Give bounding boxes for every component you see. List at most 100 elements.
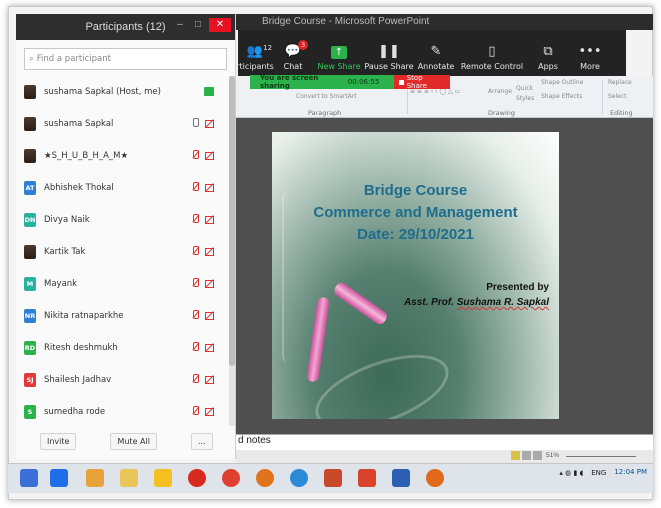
mic-muted-icon[interactable] bbox=[191, 150, 200, 160]
annotate-button[interactable]: ✎ Annotate bbox=[414, 30, 458, 76]
more-button[interactable]: ••• More bbox=[570, 30, 610, 76]
participant-scrollbar[interactable] bbox=[229, 76, 235, 426]
zoom-slider[interactable] bbox=[566, 456, 636, 457]
notes-pane[interactable]: d notes bbox=[236, 434, 653, 450]
minimize-button[interactable]: – bbox=[173, 18, 187, 32]
video-off-icon bbox=[205, 278, 214, 288]
mic-muted-icon[interactable] bbox=[191, 342, 200, 352]
avatar: RD bbox=[24, 341, 36, 355]
participants-footer: Invite Mute All ... bbox=[16, 423, 235, 459]
participants-count: 12 bbox=[263, 44, 273, 52]
participant-row[interactable]: RD Ritesh deshmukh bbox=[16, 332, 228, 364]
normal-view-button[interactable] bbox=[511, 451, 520, 460]
view-buttons[interactable] bbox=[511, 451, 542, 460]
video-off-icon bbox=[205, 342, 214, 352]
mic-muted-icon[interactable] bbox=[191, 310, 200, 320]
apps-label: Apps bbox=[538, 62, 558, 71]
more-dots-icon: ••• bbox=[578, 44, 602, 59]
firefox-icon[interactable] bbox=[256, 469, 274, 487]
pdf-icon[interactable] bbox=[358, 469, 376, 487]
pause-share-button[interactable]: ❚❚ Pause Share bbox=[364, 30, 414, 76]
quick-styles-button[interactable]: Quick bbox=[516, 85, 533, 92]
participants-button[interactable]: 👥 12 rticipants bbox=[236, 30, 274, 76]
zoom-app-icon[interactable] bbox=[50, 469, 68, 487]
sticky-notes-icon[interactable] bbox=[154, 469, 172, 487]
mic-muted-icon[interactable] bbox=[191, 246, 200, 256]
select-button[interactable]: Select bbox=[608, 93, 627, 100]
apps-icon: ⧉ bbox=[543, 44, 553, 59]
shape-outline-button[interactable]: Shape Outline bbox=[541, 79, 583, 86]
participant-row[interactable]: Kartik Tak bbox=[16, 236, 228, 268]
slide-date: Date: 29/10/2021 bbox=[357, 226, 474, 243]
participant-row[interactable]: AT Abhishek Thokal bbox=[16, 172, 228, 204]
search-input[interactable]: ⌕ Find a participant bbox=[24, 48, 227, 70]
convert-smartart-button[interactable]: Convert to SmartArt bbox=[296, 93, 357, 100]
participant-row[interactable]: M Mayank bbox=[16, 268, 228, 300]
mic-icon[interactable] bbox=[191, 118, 200, 128]
mic-muted-icon[interactable] bbox=[191, 374, 200, 384]
powerpoint-title: Bridge Course - Microsoft PowerPoint bbox=[262, 16, 430, 27]
participant-status-icons bbox=[191, 214, 214, 224]
mute-all-button[interactable]: Mute All bbox=[110, 432, 157, 450]
cone-app-icon[interactable] bbox=[86, 469, 104, 487]
participant-status-icons bbox=[191, 342, 214, 352]
close-button[interactable]: ✕ bbox=[209, 18, 231, 32]
replace-button[interactable]: Replace bbox=[608, 79, 632, 86]
stop-share-button[interactable]: Stop Share bbox=[393, 74, 450, 90]
opera-icon[interactable] bbox=[188, 469, 206, 487]
screen-share-icon bbox=[204, 87, 214, 96]
chat-label: Chat bbox=[283, 62, 303, 71]
sorter-view-button[interactable] bbox=[522, 451, 531, 460]
tray-icons[interactable]: ▴ ◍ ▮ ◖ bbox=[559, 469, 583, 477]
participant-status-icons bbox=[191, 150, 214, 160]
participant-status-icons bbox=[191, 118, 214, 128]
participant-row[interactable]: sushama Sapkal (Host, me) bbox=[16, 76, 228, 108]
avatar bbox=[24, 149, 36, 163]
participants-icon: 👥 12 bbox=[247, 44, 272, 59]
ribbon-separator bbox=[602, 80, 603, 114]
folder-icon[interactable] bbox=[120, 469, 138, 487]
remote-control-label: Remote Control bbox=[460, 62, 524, 71]
participant-row[interactable]: sushama Sapkal bbox=[16, 108, 228, 140]
slide-canvas[interactable]: Bridge Course Commerce and Management Da… bbox=[272, 132, 559, 419]
powerpoint-icon[interactable] bbox=[324, 469, 342, 487]
powerpoint-titlebar: Bridge Course - Microsoft PowerPoint – □ bbox=[236, 14, 653, 30]
participant-row[interactable]: DN Divya Naik bbox=[16, 204, 228, 236]
participant-status-icons bbox=[191, 246, 214, 256]
powerpoint-status-bar: 51% bbox=[236, 450, 653, 463]
mic-muted-icon[interactable] bbox=[191, 182, 200, 192]
participant-list: sushama Sapkal (Host, me) sushama Sapkal ★… bbox=[16, 76, 228, 428]
pen-icon: ✎ bbox=[430, 44, 442, 59]
mic-muted-icon[interactable] bbox=[191, 406, 200, 416]
edge-icon[interactable] bbox=[290, 469, 308, 487]
video-off-icon bbox=[205, 310, 214, 320]
participant-row[interactable]: ★S_H_U_B_H_A_M★ bbox=[16, 140, 228, 172]
reading-view-button[interactable] bbox=[533, 451, 542, 460]
screen-sharing-bar: You are screen sharing 00:06:55 Stop Sha… bbox=[250, 74, 450, 90]
maximize-button[interactable]: □ bbox=[191, 18, 205, 32]
scrollbar-thumb[interactable] bbox=[229, 76, 235, 366]
chrome-icon[interactable] bbox=[222, 469, 240, 487]
arrange-button[interactable]: Arrange bbox=[488, 88, 512, 95]
invite-button[interactable]: Invite bbox=[40, 432, 77, 450]
remote-control-button[interactable]: ▯ Remote Control bbox=[458, 30, 526, 76]
more-options-button[interactable]: ... bbox=[190, 432, 213, 450]
apps-button[interactable]: ⧉ Apps bbox=[526, 30, 570, 76]
participants-title: Participants (12) bbox=[85, 21, 166, 33]
participant-row[interactable]: NR Nikita ratnaparkhe bbox=[16, 300, 228, 332]
participant-row[interactable]: SJ Shailesh Jadhav bbox=[16, 364, 228, 396]
vlc-icon[interactable] bbox=[426, 469, 444, 487]
clock[interactable]: 12:04 PM bbox=[614, 468, 647, 477]
windows-taskbar: ▴ ◍ ▮ ◖ ENG 12:04 PM bbox=[8, 463, 653, 493]
mic-muted-icon[interactable] bbox=[191, 278, 200, 288]
chat-button[interactable]: 💬 3 Chat bbox=[272, 30, 314, 76]
language-indicator[interactable]: ENG bbox=[591, 469, 606, 477]
start-icon[interactable] bbox=[20, 469, 38, 487]
word-icon[interactable] bbox=[392, 469, 410, 487]
slide-subtitle: Commerce and Management bbox=[313, 204, 518, 221]
new-share-button[interactable]: ↑ New Share bbox=[314, 30, 364, 76]
shape-effects-button[interactable]: Shape Effects bbox=[541, 93, 582, 100]
search-placeholder: Find a participant bbox=[36, 54, 111, 64]
mic-muted-icon[interactable] bbox=[191, 214, 200, 224]
presented-by-label: Presented by bbox=[486, 282, 549, 293]
